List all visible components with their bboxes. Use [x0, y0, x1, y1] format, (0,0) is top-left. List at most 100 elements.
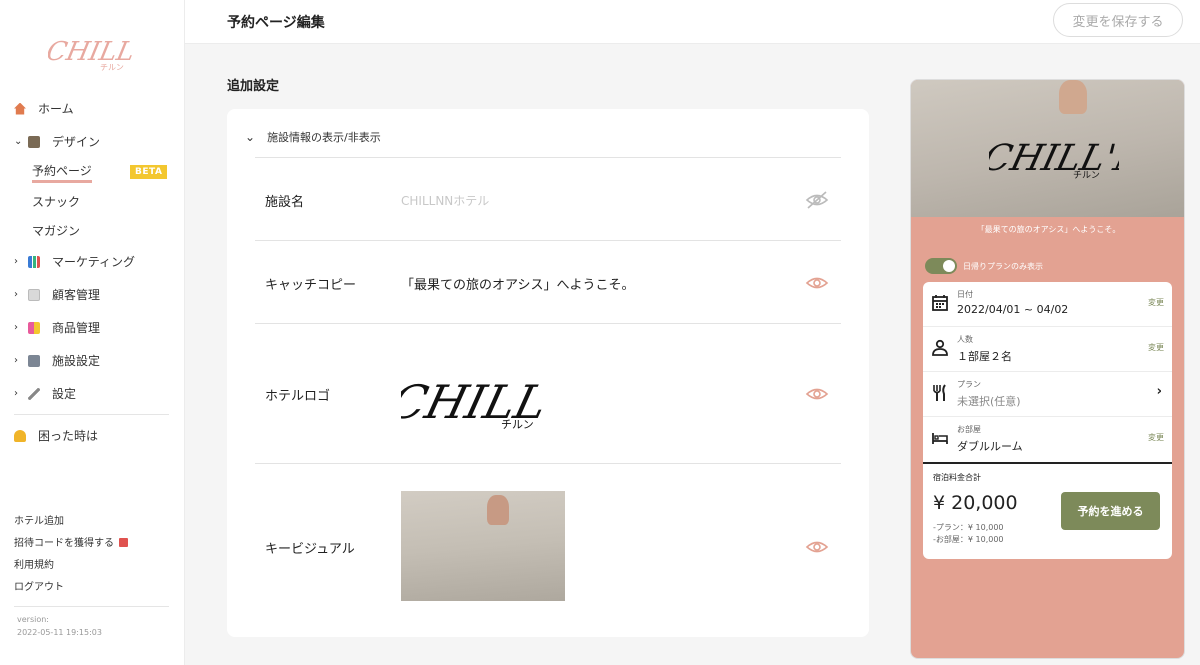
total-label: 宿泊料金合計 — [933, 473, 981, 482]
daytrip-toggle-switch[interactable] — [925, 258, 957, 274]
preview-welcome-text: 「最果ての旅のオアシス」へようこそ。 — [976, 225, 1121, 234]
sidebar-item-label: マーケティング — [52, 255, 136, 269]
eye-off-icon[interactable] — [805, 191, 829, 209]
chevron-right-icon: › — [14, 388, 18, 399]
sidebar-subitem-magazine[interactable]: マガジン — [0, 216, 185, 245]
person-icon — [932, 339, 948, 356]
room-row[interactable]: お部屋 ダブルルーム 変更 — [923, 417, 1172, 462]
sidebar: CHILL チルン ホーム ⌄ デザイン 予約ページ BETA スナック マガジ… — [0, 0, 185, 665]
preview-hero-image: CHILL'NN チルン — [911, 80, 1184, 217]
date-row[interactable]: 日付 2022/04/01 ~ 04/02 変更 — [923, 282, 1172, 327]
date-label: 日付 — [957, 290, 973, 299]
sidebar-divider — [14, 414, 169, 415]
page-header: 予約ページ編集 変更を保存する — [185, 0, 1200, 44]
sidebar-item-facility[interactable]: › 施設設定 — [0, 344, 185, 377]
sidebar-subitem-label: スナック — [32, 195, 81, 209]
sidebar-item-label: 商品管理 — [52, 321, 101, 335]
invite-code-link[interactable]: 招待コードを獲得する — [14, 533, 169, 555]
room-label: お部屋 — [957, 425, 981, 434]
facility-visibility-toggle[interactable]: ⌄ 施設情報の表示/非表示 — [245, 129, 381, 145]
date-change-link[interactable]: 変更 — [1148, 297, 1164, 308]
row-label: 施設名 — [265, 195, 305, 210]
eye-icon[interactable] — [805, 274, 829, 292]
guests-label: 人数 — [957, 335, 973, 344]
proceed-reservation-button[interactable]: 予約を進める — [1061, 492, 1160, 530]
plan-price: -プラン：¥ 10,000 — [933, 523, 1004, 532]
key-visual-image[interactable] — [401, 491, 565, 601]
daytrip-label: 日帰りプランのみ表示 — [963, 261, 1043, 271]
sidebar-item-products[interactable]: › 商品管理 — [0, 311, 185, 344]
plan-row[interactable]: プラン 未選択(任意) › — [923, 372, 1172, 417]
total-price: ¥ 20,000 — [933, 492, 1018, 514]
daytrip-filter: 日帰りプランのみ表示 — [925, 258, 1043, 274]
row-label: キャッチコピー — [265, 278, 357, 293]
eye-icon[interactable] — [805, 385, 829, 403]
hotel-logo-image[interactable]: CHILL'NN チルン — [401, 348, 551, 438]
invite-code-label: 招待コードを獲得する — [14, 538, 114, 549]
eye-icon[interactable] — [805, 538, 829, 556]
figure-silhouette — [1059, 80, 1087, 114]
sidebar-subitem-snack[interactable]: スナック — [0, 187, 185, 216]
chevron-right-icon: › — [14, 322, 18, 333]
add-hotel-link[interactable]: ホテル追加 — [14, 511, 169, 533]
key-visual-row: キービジュアル — [255, 463, 841, 613]
facility-info-card: ⌄ 施設情報の表示/非表示 施設名 CHILLNNホテル キャッチコピー 「最果… — [227, 109, 869, 637]
terms-link[interactable]: 利用規約 — [14, 555, 169, 577]
chillnn-logo[interactable]: CHILL チルン — [48, 18, 138, 78]
version-value: 2022-05-11 19:15:03 — [17, 628, 102, 637]
design-icon — [28, 135, 40, 148]
catch-copy-input[interactable]: 「最果ての旅のオアシス」へようこそ。 — [401, 274, 634, 293]
date-value: 2022/04/01 ~ 04/02 — [957, 303, 1069, 316]
price-breakdown: -プラン：¥ 10,000 -お部屋：¥ 10,000 — [933, 522, 1004, 546]
wrench-icon — [28, 387, 40, 400]
toggle-label: 施設情報の表示/非表示 — [267, 131, 381, 144]
sidebar-nav: ホーム ⌄ デザイン 予約ページ BETA スナック マガジン › マーケティン… — [0, 92, 185, 452]
sidebar-item-home[interactable]: ホーム — [0, 92, 185, 125]
svg-text:チルン: チルン — [100, 63, 124, 72]
facility-name-input[interactable]: CHILLNNホテル — [401, 192, 489, 209]
chevron-right-icon: › — [14, 289, 18, 300]
save-changes-button[interactable]: 変更を保存する — [1053, 3, 1183, 37]
sidebar-subitem-label: 予約ページ — [32, 162, 92, 183]
sidebar-item-customers[interactable]: › 顧客管理 — [0, 278, 185, 311]
plan-value: 未選択(任意) — [957, 395, 1021, 408]
version-label: version: — [17, 615, 49, 624]
booking-page-preview: CHILL'NN チルン 「最果ての旅のオアシス」へようこそ。 日帰りプランのみ… — [910, 79, 1185, 659]
building-icon — [28, 354, 40, 367]
shopping-bag-icon — [28, 321, 40, 334]
svg-text:チルン: チルン — [501, 418, 534, 431]
room-price: -お部屋：¥ 10,000 — [933, 535, 1004, 544]
plan-label: プラン — [957, 380, 981, 389]
chevron-right-icon[interactable]: › — [1157, 384, 1162, 399]
guests-change-link[interactable]: 変更 — [1148, 342, 1164, 353]
hotel-logo-row: ホテルロゴ CHILL'NN チルン — [255, 323, 841, 463]
beta-badge: BETA — [130, 165, 168, 179]
sidebar-footer: ホテル追加 招待コードを獲得する 利用規約 ログアウト — [14, 511, 169, 599]
document-icon — [28, 288, 40, 301]
svg-text:CHILL: CHILL — [48, 37, 137, 67]
sidebar-item-help[interactable]: 困った時は — [0, 419, 185, 452]
row-label: ホテルロゴ — [265, 389, 331, 404]
bed-icon — [932, 433, 948, 444]
sidebar-item-label: 困った時は — [38, 429, 99, 443]
sidebar-item-label: 設定 — [52, 387, 77, 401]
room-value: ダブルルーム — [957, 440, 1023, 453]
guests-row[interactable]: 人数 １部屋２名 変更 — [923, 327, 1172, 372]
sidebar-item-settings[interactable]: › 設定 — [0, 377, 185, 410]
page-title: 予約ページ編集 — [227, 15, 325, 31]
sidebar-subitem-booking-page[interactable]: 予約ページ BETA — [0, 158, 185, 187]
svg-text:チルン: チルン — [1073, 170, 1100, 181]
facility-name-row: 施設名 CHILLNNホテル — [255, 157, 841, 240]
sidebar-item-label: 施設設定 — [52, 354, 101, 368]
chevron-right-icon: › — [14, 256, 18, 267]
row-label: キービジュアル — [265, 542, 355, 557]
sidebar-item-marketing[interactable]: › マーケティング — [0, 245, 185, 278]
logout-link[interactable]: ログアウト — [14, 577, 169, 599]
chart-icon — [28, 255, 40, 268]
sidebar-item-design[interactable]: ⌄ デザイン — [0, 125, 185, 158]
booking-form: 日付 2022/04/01 ~ 04/02 変更 人数 １部屋２名 変更 プラン — [923, 282, 1172, 559]
chevron-down-icon: ⌄ — [14, 136, 23, 147]
room-change-link[interactable]: 変更 — [1148, 432, 1164, 443]
sidebar-item-label: デザイン — [52, 135, 101, 149]
preview-logo: CHILL'NN チルン — [989, 137, 1119, 181]
